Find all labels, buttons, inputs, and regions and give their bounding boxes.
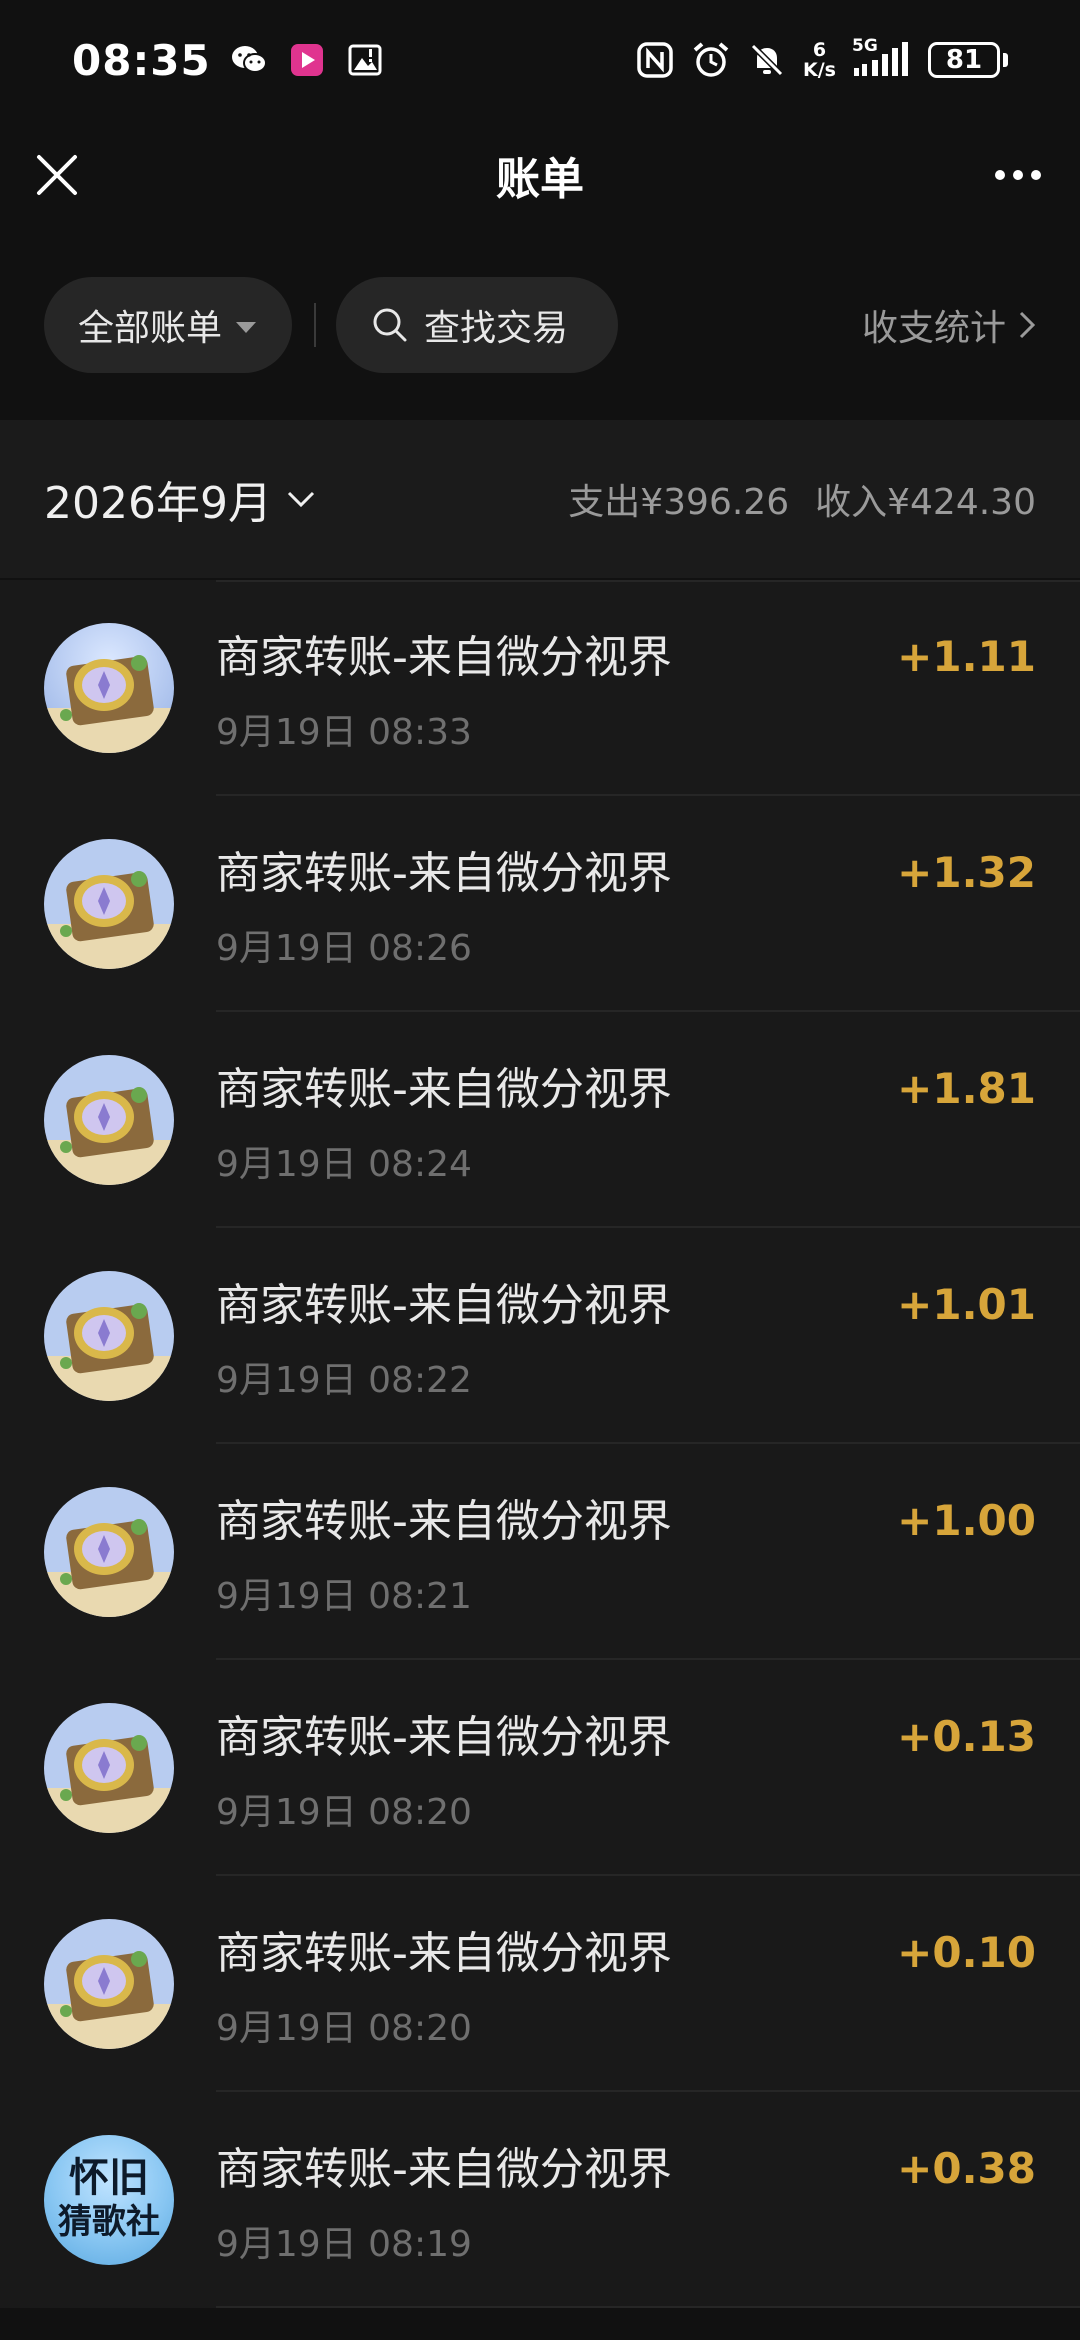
status-time: 08:35	[72, 35, 211, 85]
mute-icon	[747, 40, 787, 80]
transaction-time: 9月19日 08:33	[216, 712, 472, 753]
transaction-amount: +0.10	[897, 1928, 1036, 1977]
income-total: 收入¥424.30	[815, 482, 1036, 523]
merchant-avatar-compass-icon	[44, 1703, 174, 1833]
search-label: 查找交易	[424, 308, 569, 349]
caret-down-icon	[236, 321, 257, 333]
transaction-title: 商家转账-来自微分视界	[216, 2144, 672, 2195]
transaction-time: 9月19日 08:21	[216, 1576, 472, 1617]
transaction-amount: +1.11	[897, 632, 1036, 681]
network-speed-value: 6	[812, 39, 827, 61]
page-title: 账单	[496, 154, 584, 205]
income-expense-stats-link[interactable]: 收支统计	[862, 299, 1036, 351]
merchant-avatar-compass-icon	[44, 839, 174, 969]
nav-bar: 账单	[0, 120, 1080, 230]
transaction-amount: +1.81	[897, 1064, 1036, 1113]
merchant-avatar-compass-icon	[44, 1919, 174, 2049]
status-bar: 08:35 6 K/s 5G 81	[0, 0, 1080, 120]
list-item[interactable]: 商家转账-来自微分视界 9月19日 08:26 +1.32	[0, 796, 1080, 1012]
more-icon	[995, 170, 1005, 180]
close-button[interactable]	[30, 148, 84, 202]
month-label: 2026年9月	[44, 478, 272, 529]
transaction-title: 商家转账-来自微分视界	[216, 632, 672, 683]
transaction-amount: +1.00	[897, 1496, 1036, 1545]
network-speed: 6 K/s	[803, 40, 836, 80]
transaction-time: 9月19日 08:22	[216, 1360, 472, 1401]
avatar-text-line2: 猜歌社	[58, 2202, 160, 2242]
filter-bar: 全部账单 查找交易 收支统计	[0, 230, 1080, 420]
video-app-icon	[287, 40, 327, 80]
expense-total: 支出¥396.26	[568, 482, 790, 523]
transaction-time: 9月19日 08:20	[216, 2008, 472, 2049]
signal-icon: 5G	[852, 36, 912, 80]
merchant-avatar-compass-icon	[44, 1055, 174, 1185]
list-item[interactable]: 商家转账-来自微分视界 9月19日 08:20 +0.10	[0, 1876, 1080, 2092]
search-icon	[373, 308, 407, 342]
transaction-title: 商家转账-来自微分视界	[216, 1496, 672, 1547]
transaction-time: 9月19日 08:19	[216, 2224, 472, 2265]
stats-label: 收支统计	[861, 308, 1006, 349]
transaction-amount: +0.38	[897, 2144, 1036, 2193]
avatar-text-line1: 怀旧	[69, 2155, 149, 2201]
wechat-icon	[229, 40, 269, 80]
battery-level: 81	[928, 42, 1000, 78]
all-bills-label: 全部账单	[78, 308, 223, 349]
list-item[interactable]: 商家转账-来自微分视界 9月19日 08:24 +1.81	[0, 1012, 1080, 1228]
transaction-list: 商家转账-来自微分视界 9月19日 08:33 +1.11 商家转账-来自微分视…	[0, 580, 1080, 2308]
list-item[interactable]: 商家转账-来自微分视界 9月19日 08:20 +0.13	[0, 1660, 1080, 1876]
list-item[interactable]: 商家转账-来自微分视界 9月19日 08:21 +1.00	[0, 1444, 1080, 1660]
merchant-avatar-compass-icon	[44, 1271, 174, 1401]
transaction-title: 商家转账-来自微分视界	[216, 1712, 672, 1763]
transaction-amount: +1.32	[897, 848, 1036, 897]
search-transactions-button[interactable]: 查找交易	[336, 277, 618, 373]
chevron-right-icon	[1019, 311, 1036, 339]
close-icon	[37, 155, 77, 195]
chevron-down-icon	[287, 491, 315, 508]
month-totals: 支出¥396.26 收入¥424.30	[568, 473, 1036, 525]
all-bills-filter[interactable]: 全部账单	[44, 277, 292, 373]
transaction-title: 商家转账-来自微分视界	[216, 848, 672, 899]
network-speed-unit: K/s	[803, 59, 836, 81]
transaction-time: 9月19日 08:26	[216, 928, 472, 969]
list-item[interactable]: 商家转账-来自微分视界 9月19日 08:33 +1.11	[0, 580, 1080, 796]
nfc-icon	[635, 40, 675, 80]
transaction-title: 商家转账-来自微分视界	[216, 1928, 672, 1979]
month-summary-bar: 2026年9月 支出¥396.26 收入¥424.30	[0, 420, 1080, 578]
image-alert-icon	[345, 40, 385, 80]
month-selector[interactable]: 2026年9月	[44, 467, 316, 531]
transaction-amount: +1.01	[897, 1280, 1036, 1329]
alarm-icon	[691, 40, 731, 80]
list-item[interactable]: 商家转账-来自微分视界 9月19日 08:22 +1.01	[0, 1228, 1080, 1444]
filter-divider	[314, 303, 316, 347]
transaction-title: 商家转账-来自微分视界	[216, 1280, 672, 1331]
transaction-title: 商家转账-来自微分视界	[216, 1064, 672, 1115]
transaction-time: 9月19日 08:24	[216, 1144, 472, 1185]
battery-icon: 81	[928, 42, 1008, 78]
transaction-time: 9月19日 08:20	[216, 1792, 472, 1833]
list-item[interactable]: 怀旧 猜歌社 商家转账-来自微分视界 9月19日 08:19 +0.38	[0, 2092, 1080, 2308]
transaction-amount: +0.13	[897, 1712, 1036, 1761]
merchant-avatar-compass-icon	[44, 1487, 174, 1617]
merchant-avatar-compass-icon	[44, 623, 174, 753]
merchant-avatar-song-club: 怀旧 猜歌社	[44, 2135, 174, 2265]
network-type: 5G	[852, 36, 878, 56]
more-button[interactable]	[986, 148, 1050, 202]
